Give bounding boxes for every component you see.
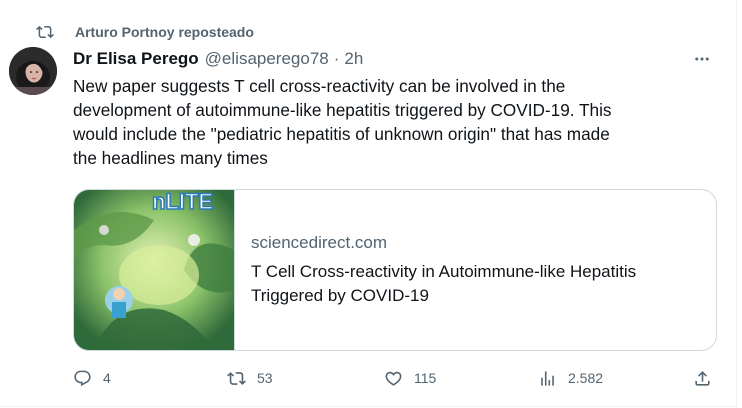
- tweet-header: Dr Elisa Perego @elisaperego78 · 2h: [73, 48, 712, 70]
- like-button[interactable]: 115: [384, 366, 436, 390]
- repost-icon: [36, 25, 54, 39]
- repost-button[interactable]: 53: [227, 366, 273, 390]
- author-name[interactable]: Dr Elisa Perego: [73, 49, 199, 69]
- tweet-text: New paper suggests T cell cross-reactivi…: [73, 74, 713, 170]
- reply-icon: [74, 370, 91, 386]
- views-button[interactable]: 2.582: [538, 366, 603, 390]
- tweet-text-line: the headlines many times: [73, 148, 268, 168]
- link-preview-card[interactable]: nLITE sciencedirect.com T Cell Cross-rea…: [73, 189, 717, 351]
- avatar[interactable]: [9, 47, 57, 95]
- cover-title-text: nLITE: [152, 190, 213, 214]
- card-thumbnail: nLITE: [74, 190, 235, 350]
- journal-cover-image: nLITE: [74, 190, 234, 350]
- views-count: 2.582: [568, 370, 604, 386]
- tweet-text-line: New paper suggests T cell cross-reactivi…: [73, 76, 566, 96]
- repost-indicator[interactable]: Arturo Portnoy reposteado: [36, 23, 254, 41]
- tweet-container[interactable]: Arturo Portnoy reposteado Dr Elisa Pereg…: [0, 0, 737, 408]
- author-handle[interactable]: @elisaperego78: [205, 49, 329, 69]
- tweet-text-line: development of autoimmune-like hepatitis…: [73, 100, 612, 120]
- repost-label[interactable]: Arturo Portnoy reposteado: [75, 24, 254, 40]
- separator-dot: ·: [333, 49, 340, 68]
- repost-count: 53: [257, 370, 273, 386]
- views-chart-icon: [541, 370, 554, 386]
- share-icon: [695, 370, 710, 386]
- reply-button[interactable]: 4: [73, 366, 111, 390]
- card-title[interactable]: T Cell Cross-reactivity in Autoimmune-li…: [251, 260, 711, 308]
- card-domain[interactable]: sciencedirect.com: [251, 233, 387, 253]
- tweet-actions: 4 53 115 2.582: [73, 366, 718, 390]
- tweet-text-line: would include the "pediatric hepatitis o…: [73, 124, 610, 144]
- more-icon: [695, 57, 709, 61]
- reply-count: 4: [103, 370, 111, 386]
- avatar-image: [9, 47, 57, 95]
- repost-icon: [227, 371, 246, 385]
- card-title-line: Triggered by COVID-19: [251, 286, 429, 305]
- share-button[interactable]: [693, 366, 712, 390]
- like-count: 115: [414, 370, 437, 386]
- more-options-button[interactable]: [692, 50, 712, 68]
- divider: [0, 406, 736, 407]
- heart-icon: [385, 371, 402, 386]
- timestamp[interactable]: 2h: [344, 49, 363, 69]
- card-title-line: T Cell Cross-reactivity in Autoimmune-li…: [251, 262, 637, 281]
